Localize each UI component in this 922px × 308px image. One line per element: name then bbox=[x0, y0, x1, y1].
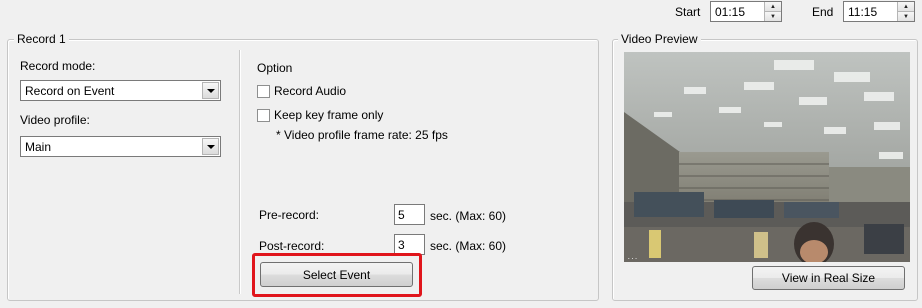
record-mode-value[interactable]: Record on Event bbox=[21, 81, 201, 100]
spin-up-icon[interactable]: ▲ bbox=[898, 2, 914, 11]
spin-down-icon[interactable]: ▼ bbox=[765, 11, 781, 21]
keyframe-only-checkbox[interactable] bbox=[257, 109, 270, 122]
pre-record-input[interactable]: 5 bbox=[394, 204, 425, 225]
dropdown-arrow-icon[interactable] bbox=[202, 138, 219, 155]
spin-up-icon[interactable]: ▲ bbox=[765, 2, 781, 11]
video-preview-title: Video Preview bbox=[618, 32, 701, 46]
frame-rate-note: * Video profile frame rate: 25 fps bbox=[276, 128, 448, 142]
office-scene-image: ... bbox=[624, 52, 910, 262]
record-audio-checkbox[interactable] bbox=[257, 85, 270, 98]
record-audio-label[interactable]: Record Audio bbox=[274, 84, 346, 98]
select-event-button[interactable]: Select Event bbox=[260, 262, 413, 287]
svg-text:...: ... bbox=[627, 254, 638, 261]
start-label: Start bbox=[675, 5, 701, 19]
record-mode-label: Record mode: bbox=[20, 59, 96, 73]
column-divider bbox=[239, 50, 241, 294]
view-real-size-button[interactable]: View in Real Size bbox=[752, 266, 905, 290]
post-record-label: Post-record: bbox=[259, 239, 325, 253]
end-label: End bbox=[812, 5, 834, 19]
spin-down-icon[interactable]: ▼ bbox=[898, 11, 914, 21]
video-profile-value[interactable]: Main bbox=[21, 137, 201, 156]
post-record-unit: sec. (Max: 60) bbox=[430, 239, 507, 253]
video-preview-image: ... bbox=[624, 52, 910, 262]
video-profile-select[interactable]: Main bbox=[20, 136, 221, 157]
option-title: Option bbox=[257, 61, 293, 75]
dropdown-arrow-icon[interactable] bbox=[202, 82, 219, 99]
pre-record-label: Pre-record: bbox=[259, 208, 320, 222]
record-group-title: Record 1 bbox=[14, 32, 69, 46]
video-profile-label: Video profile: bbox=[20, 113, 90, 127]
start-time-spinner[interactable]: 01:15 ▲ ▼ bbox=[710, 1, 782, 22]
record-mode-select[interactable]: Record on Event bbox=[20, 80, 221, 101]
end-time-spinner[interactable]: 11:15 ▲ ▼ bbox=[843, 1, 915, 22]
keyframe-only-label[interactable]: Keep key frame only bbox=[274, 108, 383, 122]
post-record-input[interactable]: 3 bbox=[394, 234, 425, 255]
start-time-value[interactable]: 01:15 bbox=[711, 2, 764, 21]
pre-record-unit: sec. (Max: 60) bbox=[430, 209, 507, 223]
end-time-value[interactable]: 11:15 bbox=[844, 2, 897, 21]
